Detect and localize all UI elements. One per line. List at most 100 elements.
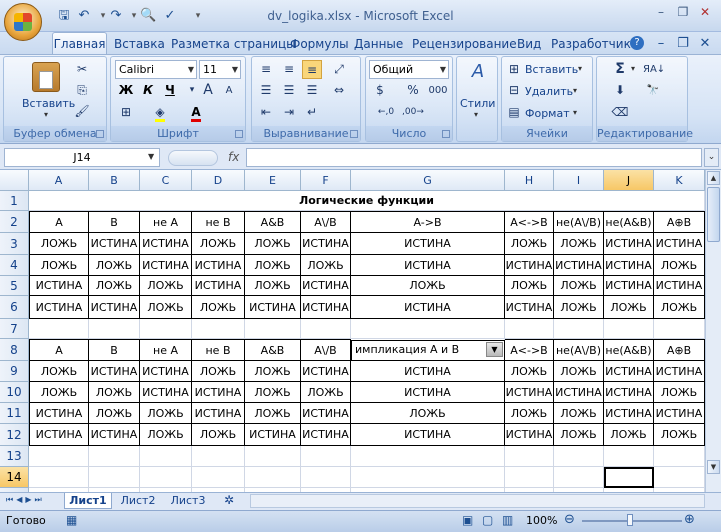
- tab-formulas[interactable]: Формулы: [290, 35, 349, 54]
- cell[interactable]: [554, 467, 604, 488]
- table-cell[interactable]: ЛОЖЬ: [654, 382, 705, 403]
- table-cell[interactable]: ИСТИНА: [140, 255, 192, 276]
- table-cell[interactable]: ИСТИНА: [351, 255, 505, 276]
- name-box-dropdown-icon[interactable]: ▼: [148, 152, 154, 161]
- column-header-j[interactable]: J: [604, 170, 654, 191]
- table-cell[interactable]: ЛОЖЬ: [245, 403, 301, 424]
- table-cell[interactable]: ЛОЖЬ: [505, 233, 554, 255]
- table-cell[interactable]: ИСТИНА: [301, 403, 351, 424]
- table-cell[interactable]: ИСТИНА: [654, 276, 705, 296]
- clear-icon[interactable]: ⌫: [610, 103, 630, 122]
- cell[interactable]: [140, 319, 192, 339]
- workbook-close-icon[interactable]: ✕: [697, 36, 713, 52]
- cell[interactable]: [301, 446, 351, 467]
- alignment-launcher-icon[interactable]: [350, 130, 358, 138]
- table-cell[interactable]: ИСТИНА: [604, 255, 654, 276]
- row-header-13[interactable]: 13: [0, 446, 29, 467]
- table-cell[interactable]: ИСТИНА: [89, 424, 140, 446]
- cell[interactable]: [192, 319, 245, 339]
- horizontal-scrollbar[interactable]: [250, 494, 705, 508]
- format-dropdown-icon[interactable]: ▾: [573, 108, 577, 117]
- format-painter-icon[interactable]: 🖌: [72, 102, 92, 121]
- table-cell[interactable]: ИСТИНА: [192, 382, 245, 403]
- table-cell[interactable]: ЛОЖЬ: [89, 382, 140, 403]
- decrease-indent-icon[interactable]: ⇤: [256, 103, 276, 122]
- row-header-11[interactable]: 11: [0, 403, 29, 424]
- cell[interactable]: [351, 446, 505, 467]
- minimize-icon[interactable]: –: [652, 4, 670, 20]
- table-cell[interactable]: ЛОЖЬ: [554, 276, 604, 296]
- table-cell[interactable]: ЛОЖЬ: [554, 403, 604, 424]
- table-cell[interactable]: ЛОЖЬ: [245, 255, 301, 276]
- underline-button[interactable]: Ч: [160, 81, 180, 100]
- column-header-k[interactable]: K: [654, 170, 705, 191]
- shrink-font-icon[interactable]: A: [219, 81, 239, 100]
- office-button[interactable]: [4, 3, 42, 41]
- row-header-14[interactable]: 14: [0, 467, 29, 488]
- table-cell[interactable]: ЛОЖЬ: [505, 276, 554, 296]
- table-cell[interactable]: ЛОЖЬ: [29, 233, 89, 255]
- styles-icon[interactable]: A: [466, 62, 490, 86]
- table-cell[interactable]: ИСТИНА: [604, 276, 654, 296]
- normal-view-icon[interactable]: ▣: [462, 513, 473, 527]
- number-format-select[interactable]: Общий ▼: [369, 60, 449, 79]
- row-header-1[interactable]: 1: [0, 191, 29, 211]
- table-cell[interactable]: ЛОЖЬ: [654, 255, 705, 276]
- cell[interactable]: [604, 319, 654, 339]
- table-cell[interactable]: ЛОЖЬ: [245, 233, 301, 255]
- page-break-view-icon[interactable]: ▥: [502, 513, 513, 527]
- styles-dropdown-icon[interactable]: ▾: [474, 110, 478, 119]
- table-cell[interactable]: ИСТИНА: [245, 424, 301, 446]
- cell[interactable]: [245, 446, 301, 467]
- column-header-c[interactable]: C: [140, 170, 192, 191]
- cell[interactable]: [245, 467, 301, 488]
- grow-font-icon[interactable]: A: [198, 81, 218, 100]
- insert-sheet-icon[interactable]: ✲: [218, 493, 240, 509]
- clipboard-launcher-icon[interactable]: [96, 130, 104, 138]
- table-cell[interactable]: ЛОЖЬ: [351, 276, 505, 296]
- sheet-nav-icons[interactable]: ⏮◀▶⏭: [6, 495, 45, 505]
- format-cells-button[interactable]: Формат: [525, 107, 570, 120]
- table-cell[interactable]: ИСТИНА: [29, 296, 89, 319]
- delete-cells-button[interactable]: Удалить: [525, 85, 573, 98]
- column-header-f[interactable]: F: [301, 170, 351, 191]
- thousands-button[interactable]: 000: [425, 81, 451, 100]
- table-cell[interactable]: ЛОЖЬ: [554, 361, 604, 382]
- workbook-restore-icon[interactable]: ❐: [675, 36, 691, 52]
- table-cell[interactable]: ЛОЖЬ: [89, 276, 140, 296]
- tab-home[interactable]: Главная: [52, 32, 107, 55]
- cell[interactable]: [654, 467, 705, 488]
- operation-dropdown[interactable]: импликация А и В ▼: [351, 340, 505, 361]
- table-cell[interactable]: ЛОЖЬ: [505, 361, 554, 382]
- fill-color-icon[interactable]: ◈: [150, 103, 170, 122]
- table-cell[interactable]: ИСТИНА: [505, 382, 554, 403]
- table-cell[interactable]: ЛОЖЬ: [245, 276, 301, 296]
- table-cell[interactable]: ИСТИНА: [301, 276, 351, 296]
- table-cell[interactable]: ЛОЖЬ: [554, 424, 604, 446]
- insert-dropdown-icon[interactable]: ▾: [578, 64, 582, 73]
- row-header-2[interactable]: 2: [0, 211, 29, 233]
- formula-bar-splitter[interactable]: [168, 150, 218, 166]
- table-cell[interactable]: ИСТИНА: [351, 296, 505, 319]
- table-cell[interactable]: ЛОЖЬ: [351, 403, 505, 424]
- decrease-decimal-icon[interactable]: ,00→: [402, 103, 424, 122]
- column-header-i[interactable]: I: [554, 170, 604, 191]
- paste-button[interactable]: Вставить: [22, 97, 75, 110]
- align-left-icon[interactable]: ☰: [256, 81, 276, 100]
- name-box[interactable]: J14: [4, 148, 160, 167]
- worksheet-grid[interactable]: ABCDEFGHIJK 123456789101112131415 Логиче…: [0, 170, 705, 492]
- borders-icon[interactable]: ⊞: [116, 103, 136, 122]
- align-top-icon[interactable]: ≡: [256, 60, 276, 79]
- table-cell[interactable]: ИСТИНА: [654, 361, 705, 382]
- zoom-slider-thumb[interactable]: [627, 514, 633, 526]
- table-cell[interactable]: ИСТИНА: [301, 296, 351, 319]
- cell[interactable]: [192, 446, 245, 467]
- number-launcher-icon[interactable]: [442, 130, 450, 138]
- table-cell[interactable]: ИСТИНА: [654, 403, 705, 424]
- align-right-icon[interactable]: ☰: [302, 81, 322, 100]
- workbook-minimize-icon[interactable]: –: [653, 36, 669, 52]
- table-cell[interactable]: ЛОЖЬ: [140, 276, 192, 296]
- table-cell[interactable]: ЛОЖЬ: [554, 296, 604, 319]
- table-cell[interactable]: ЛОЖЬ: [89, 403, 140, 424]
- cell[interactable]: [554, 446, 604, 467]
